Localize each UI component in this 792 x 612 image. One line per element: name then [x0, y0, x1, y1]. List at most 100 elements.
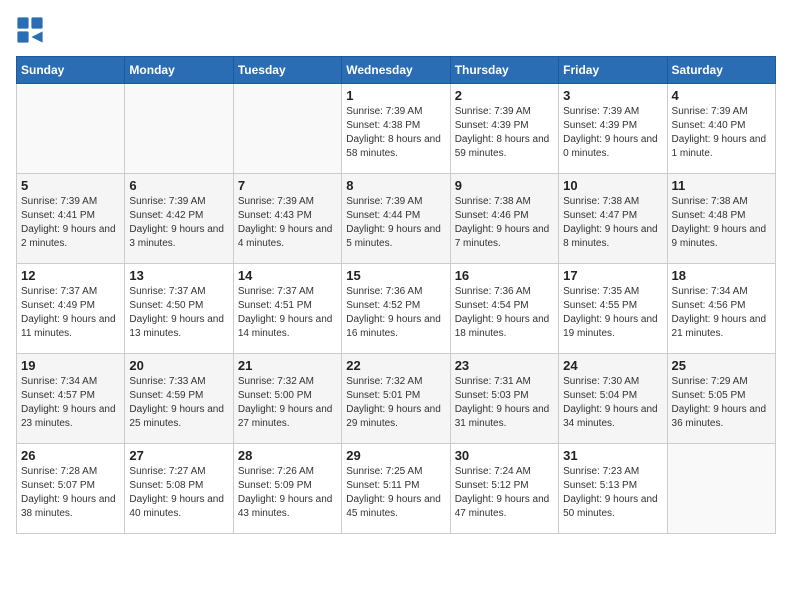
- day-info: Sunrise: 7:24 AM Sunset: 5:12 PM Dayligh…: [455, 465, 554, 521]
- table-row: 16 Sunrise: 7:36 AM Sunset: 4:54 PM Dayli…: [450, 264, 558, 354]
- day-info: Sunrise: 7:38 AM Sunset: 4:47 PM Dayligh…: [563, 195, 662, 251]
- day-number: 27: [129, 448, 228, 463]
- day-number: 17: [563, 268, 662, 283]
- day-number: 28: [238, 448, 337, 463]
- table-row: [17, 84, 125, 174]
- table-row: 5 Sunrise: 7:39 AM Sunset: 4:41 PM Daylig…: [17, 174, 125, 264]
- day-info: Sunrise: 7:32 AM Sunset: 5:01 PM Dayligh…: [346, 375, 445, 431]
- day-info: Sunrise: 7:38 AM Sunset: 4:46 PM Dayligh…: [455, 195, 554, 251]
- day-number: 6: [129, 178, 228, 193]
- table-row: 1 Sunrise: 7:39 AM Sunset: 4:38 PM Daylig…: [342, 84, 450, 174]
- day-number: 7: [238, 178, 337, 193]
- table-row: 12Sunrise: 7:37 AM Sunset: 4:49 PM Dayli…: [17, 264, 125, 354]
- day-number: 25: [672, 358, 771, 373]
- table-row: 4 Sunrise: 7:39 AM Sunset: 4:40 PM Daylig…: [667, 84, 775, 174]
- day-number: 5: [21, 178, 120, 193]
- header-wednesday: Wednesday: [342, 57, 450, 84]
- day-info: Sunrise: 7:34 AM Sunset: 4:57 PM Dayligh…: [21, 375, 120, 431]
- header-tuesday: Tuesday: [233, 57, 341, 84]
- logo-icon: [16, 16, 44, 44]
- day-number: 24: [563, 358, 662, 373]
- calendar-week-row: 19 Sunrise: 7:34 AM Sunset: 4:57 PM Dayli…: [17, 354, 776, 444]
- day-number: 29: [346, 448, 445, 463]
- day-info: Sunrise: 7:32 AM Sunset: 5:00 PM Dayligh…: [238, 375, 337, 431]
- calendar-week-row: 12Sunrise: 7:37 AM Sunset: 4:49 PM Dayli…: [17, 264, 776, 354]
- table-row: 10 Sunrise: 7:38 AM Sunset: 4:47 PM Dayli…: [559, 174, 667, 264]
- table-row: 29 Sunrise: 7:25 AM Sunset: 5:11 PM Dayli…: [342, 444, 450, 534]
- calendar-week-row: 1 Sunrise: 7:39 AM Sunset: 4:38 PM Daylig…: [17, 84, 776, 174]
- table-row: 3Sunrise: 7:39 AM Sunset: 4:39 PM Daylig…: [559, 84, 667, 174]
- table-row: 24 Sunrise: 7:30 AM Sunset: 5:04 PM Dayli…: [559, 354, 667, 444]
- day-number: 23: [455, 358, 554, 373]
- header-saturday: Saturday: [667, 57, 775, 84]
- table-row: 30 Sunrise: 7:24 AM Sunset: 5:12 PM Dayli…: [450, 444, 558, 534]
- day-number: 30: [455, 448, 554, 463]
- day-number: 15: [346, 268, 445, 283]
- header-monday: Monday: [125, 57, 233, 84]
- day-info: Sunrise: 7:39 AM Sunset: 4:43 PM Dayligh…: [238, 195, 337, 251]
- day-number: 14: [238, 268, 337, 283]
- day-number: 2: [455, 88, 554, 103]
- table-row: 6 Sunrise: 7:39 AM Sunset: 4:42 PM Daylig…: [125, 174, 233, 264]
- table-row: 17 Sunrise: 7:35 AM Sunset: 4:55 PM Dayli…: [559, 264, 667, 354]
- calendar-week-row: 26Sunrise: 7:28 AM Sunset: 5:07 PM Dayli…: [17, 444, 776, 534]
- day-info: Sunrise: 7:36 AM Sunset: 4:54 PM Dayligh…: [455, 285, 554, 341]
- table-row: 23Sunrise: 7:31 AM Sunset: 5:03 PM Dayli…: [450, 354, 558, 444]
- day-info: Sunrise: 7:26 AM Sunset: 5:09 PM Dayligh…: [238, 465, 337, 521]
- header-friday: Friday: [559, 57, 667, 84]
- day-number: 13: [129, 268, 228, 283]
- table-row: 9 Sunrise: 7:38 AM Sunset: 4:46 PM Daylig…: [450, 174, 558, 264]
- day-info: Sunrise: 7:37 AM Sunset: 4:51 PM Dayligh…: [238, 285, 337, 341]
- header: [16, 16, 776, 44]
- day-info: Sunrise: 7:39 AM Sunset: 4:39 PM Dayligh…: [455, 105, 554, 161]
- day-number: 8: [346, 178, 445, 193]
- logo: [16, 16, 48, 44]
- day-number: 9: [455, 178, 554, 193]
- day-info: Sunrise: 7:23 AM Sunset: 5:13 PM Dayligh…: [563, 465, 662, 521]
- table-row: 15 Sunrise: 7:36 AM Sunset: 4:52 PM Dayli…: [342, 264, 450, 354]
- table-row: 18 Sunrise: 7:34 AM Sunset: 4:56 PM Dayli…: [667, 264, 775, 354]
- day-number: 19: [21, 358, 120, 373]
- day-info: Sunrise: 7:39 AM Sunset: 4:38 PM Dayligh…: [346, 105, 445, 161]
- day-info: Sunrise: 7:27 AM Sunset: 5:08 PM Dayligh…: [129, 465, 228, 521]
- day-number: 16: [455, 268, 554, 283]
- table-row: 26Sunrise: 7:28 AM Sunset: 5:07 PM Dayli…: [17, 444, 125, 534]
- table-row: 2 Sunrise: 7:39 AM Sunset: 4:39 PM Daylig…: [450, 84, 558, 174]
- header-sunday: Sunday: [17, 57, 125, 84]
- table-row: [667, 444, 775, 534]
- day-info: Sunrise: 7:37 AM Sunset: 4:50 PM Dayligh…: [129, 285, 228, 341]
- day-info: Sunrise: 7:39 AM Sunset: 4:42 PM Dayligh…: [129, 195, 228, 251]
- table-row: 21Sunrise: 7:32 AM Sunset: 5:00 PM Dayli…: [233, 354, 341, 444]
- header-thursday: Thursday: [450, 57, 558, 84]
- table-row: 19 Sunrise: 7:34 AM Sunset: 4:57 PM Dayli…: [17, 354, 125, 444]
- table-row: 14 Sunrise: 7:37 AM Sunset: 4:51 PM Dayli…: [233, 264, 341, 354]
- table-row: 31Sunrise: 7:23 AM Sunset: 5:13 PM Dayli…: [559, 444, 667, 534]
- day-info: Sunrise: 7:35 AM Sunset: 4:55 PM Dayligh…: [563, 285, 662, 341]
- day-number: 26: [21, 448, 120, 463]
- day-info: Sunrise: 7:30 AM Sunset: 5:04 PM Dayligh…: [563, 375, 662, 431]
- table-row: [233, 84, 341, 174]
- day-info: Sunrise: 7:34 AM Sunset: 4:56 PM Dayligh…: [672, 285, 771, 341]
- day-info: Sunrise: 7:29 AM Sunset: 5:05 PM Dayligh…: [672, 375, 771, 431]
- day-info: Sunrise: 7:39 AM Sunset: 4:39 PM Dayligh…: [563, 105, 662, 161]
- table-row: 28 Sunrise: 7:26 AM Sunset: 5:09 PM Dayli…: [233, 444, 341, 534]
- day-number: 18: [672, 268, 771, 283]
- table-row: 25 Sunrise: 7:29 AM Sunset: 5:05 PM Dayli…: [667, 354, 775, 444]
- table-row: 7 Sunrise: 7:39 AM Sunset: 4:43 PM Daylig…: [233, 174, 341, 264]
- day-info: Sunrise: 7:36 AM Sunset: 4:52 PM Dayligh…: [346, 285, 445, 341]
- table-row: 22Sunrise: 7:32 AM Sunset: 5:01 PM Dayli…: [342, 354, 450, 444]
- day-info: Sunrise: 7:25 AM Sunset: 5:11 PM Dayligh…: [346, 465, 445, 521]
- table-row: 11Sunrise: 7:38 AM Sunset: 4:48 PM Dayli…: [667, 174, 775, 264]
- day-number: 10: [563, 178, 662, 193]
- day-number: 1: [346, 88, 445, 103]
- day-info: Sunrise: 7:39 AM Sunset: 4:44 PM Dayligh…: [346, 195, 445, 251]
- day-info: Sunrise: 7:39 AM Sunset: 4:40 PM Dayligh…: [672, 105, 771, 161]
- calendar-table: Sunday Monday Tuesday Wednesday Thursday…: [16, 56, 776, 534]
- day-number: 4: [672, 88, 771, 103]
- table-row: 20Sunrise: 7:33 AM Sunset: 4:59 PM Dayli…: [125, 354, 233, 444]
- table-row: 27 Sunrise: 7:27 AM Sunset: 5:08 PM Dayli…: [125, 444, 233, 534]
- table-row: [125, 84, 233, 174]
- calendar-header-row: Sunday Monday Tuesday Wednesday Thursday…: [17, 57, 776, 84]
- table-row: 13 Sunrise: 7:37 AM Sunset: 4:50 PM Dayli…: [125, 264, 233, 354]
- day-info: Sunrise: 7:39 AM Sunset: 4:41 PM Dayligh…: [21, 195, 120, 251]
